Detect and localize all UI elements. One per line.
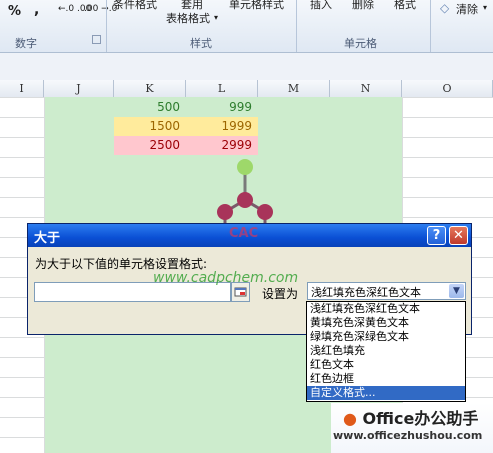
brand-name: Office办公助手 bbox=[362, 409, 479, 428]
clear-button[interactable]: 清除 bbox=[456, 1, 478, 17]
cell-l-value[interactable]: 999 bbox=[186, 98, 258, 117]
cell-l-value[interactable]: 2999 bbox=[186, 136, 258, 155]
eraser-icon: ◇ bbox=[440, 1, 450, 15]
watermark-text: www.cadpchem.com bbox=[153, 270, 299, 286]
column-header-o[interactable]: O bbox=[402, 80, 493, 97]
group-separator bbox=[430, 0, 431, 52]
comma-style-button[interactable]: , bbox=[34, 2, 39, 18]
close-button[interactable]: ✕ bbox=[449, 226, 468, 245]
column-header-n[interactable]: N bbox=[330, 80, 402, 97]
column-header-m[interactable]: M bbox=[258, 80, 330, 97]
format-select-value: 浅红填充色深红色文本 bbox=[311, 286, 421, 299]
close-icon: ✕ bbox=[453, 228, 464, 243]
format-option[interactable]: 浅红色填充 bbox=[307, 344, 465, 358]
column-header-k[interactable]: K bbox=[114, 80, 186, 97]
brand-logo: ● Office办公助手 bbox=[343, 409, 479, 428]
format-as-table-button[interactable]: 表格格式 bbox=[166, 10, 210, 26]
formula-bar[interactable] bbox=[0, 53, 493, 81]
percent-style-button[interactable]: % bbox=[8, 4, 21, 19]
format-option-custom[interactable]: 自定义格式... bbox=[307, 386, 465, 400]
help-icon: ? bbox=[432, 228, 441, 243]
group-label-number: 数字 bbox=[15, 37, 37, 50]
format-option[interactable]: 红色文本 bbox=[307, 358, 465, 372]
format-option[interactable]: 红色边框 bbox=[307, 372, 465, 386]
column-header-l[interactable]: L bbox=[186, 80, 258, 97]
column-header-j[interactable]: J bbox=[44, 80, 114, 97]
column-header-i[interactable]: I bbox=[0, 80, 44, 97]
column-header-row: I J K L M N O bbox=[0, 80, 493, 98]
cell-l-value[interactable]: 1999 bbox=[186, 117, 258, 136]
set-as-label: 设置为 bbox=[262, 287, 299, 301]
format-option[interactable]: 浅红填充色深红色文本 bbox=[307, 302, 465, 316]
group-label-styles: 样式 bbox=[190, 37, 212, 50]
chevron-down-icon[interactable]: ▼ bbox=[449, 284, 464, 298]
help-button[interactable]: ? bbox=[427, 226, 446, 245]
dialog-title: 大于 bbox=[34, 231, 61, 246]
dialog-launcher-icon[interactable] bbox=[92, 35, 101, 44]
cell-styles-button[interactable]: 单元格样式 bbox=[229, 0, 284, 12]
format-option[interactable]: 黄填充色深黄色文本 bbox=[307, 316, 465, 330]
watermark-logo: CAC bbox=[229, 226, 259, 241]
delete-button[interactable]: 删除 bbox=[352, 0, 374, 12]
group-separator bbox=[296, 0, 297, 52]
cell-k-value[interactable]: 500 bbox=[114, 98, 186, 117]
chevron-down-icon: ▾ bbox=[483, 3, 488, 12]
cell-k-value[interactable]: 1500 bbox=[114, 117, 186, 136]
format-option[interactable]: 绿填充色深绿色文本 bbox=[307, 330, 465, 344]
group-separator bbox=[106, 0, 107, 52]
cell-k-value[interactable]: 2500 bbox=[114, 136, 186, 155]
brand-watermark: ● Office办公助手 www.officezhushou.com bbox=[331, 403, 493, 453]
conditional-format-button[interactable]: 条件格式 bbox=[113, 0, 157, 12]
ribbon: % , ←.0 .00 .00 →.0 数字 条件格式 套用 表格格式 ▾ 单元… bbox=[0, 0, 493, 53]
chevron-down-icon: ▾ bbox=[214, 13, 219, 22]
group-label-cells: 单元格 bbox=[344, 37, 377, 50]
brand-url: www.officezhushou.com bbox=[333, 429, 483, 442]
format-button[interactable]: 格式 bbox=[394, 0, 416, 12]
format-select[interactable]: 浅红填充色深红色文本 ▼ bbox=[307, 282, 466, 300]
insert-button[interactable]: 插入 bbox=[310, 0, 332, 12]
format-dropdown-list: 浅红填充色深红色文本 黄填充色深黄色文本 绿填充色深绿色文本 浅红色填充 红色文… bbox=[306, 301, 466, 402]
